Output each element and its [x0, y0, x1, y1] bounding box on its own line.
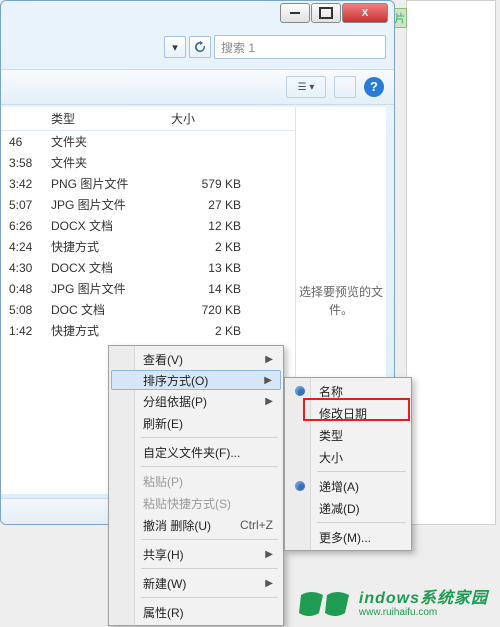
col-type[interactable]: 类型	[51, 107, 171, 130]
nav-row: ▾ 搜索 1	[1, 31, 394, 63]
menu-share[interactable]: 共享(H)▶	[111, 543, 281, 565]
menu-separator	[141, 539, 278, 540]
menu-paste-shortcut: 粘贴快捷方式(S)	[111, 492, 281, 514]
cell-time: 3:58	[1, 156, 51, 170]
table-row[interactable]: 1:42快捷方式2 KB	[1, 320, 295, 341]
cell-size: 12 KB	[171, 219, 261, 233]
sort-name[interactable]: 名称	[287, 380, 409, 402]
watermark: indows系统家园 www.ruihaifu.com	[297, 589, 488, 619]
minimize-button[interactable]	[280, 3, 310, 23]
submenu-arrow-icon: ▶	[264, 375, 272, 386]
window-controls: X	[280, 1, 394, 23]
cell-size: 14 KB	[171, 282, 261, 296]
table-row[interactable]: 46文件夹	[1, 131, 295, 152]
submenu-arrow-icon: ▶	[265, 549, 273, 560]
cell-type: DOC 文档	[51, 301, 171, 318]
cell-time: 6:26	[1, 219, 51, 233]
table-row[interactable]: 5:08DOC 文档720 KB	[1, 299, 295, 320]
cell-time: 5:08	[1, 303, 51, 317]
cell-time: 0:48	[1, 282, 51, 296]
menu-sort[interactable]: 排序方式(O)▶	[111, 370, 281, 390]
cell-size: 720 KB	[171, 303, 261, 317]
menu-paste: 粘贴(P)	[111, 470, 281, 492]
watermark-url: www.ruihaifu.com	[359, 607, 488, 618]
menu-view[interactable]: 查看(V)▶	[111, 348, 281, 370]
submenu-arrow-icon: ▶	[265, 354, 273, 365]
cell-size: 579 KB	[171, 177, 261, 191]
sort-submenu: 名称 修改日期 类型 大小 递增(A) 递减(D) 更多(M)...	[284, 377, 412, 551]
submenu-arrow-icon: ▶	[265, 396, 273, 407]
preview-pane-toggle[interactable]	[334, 76, 356, 98]
cell-size: 2 KB	[171, 324, 261, 338]
sort-size[interactable]: 大小	[287, 446, 409, 468]
table-row[interactable]: 4:30DOCX 文档13 KB	[1, 257, 295, 278]
cell-type: 快捷方式	[51, 238, 171, 255]
menu-group[interactable]: 分组依据(P)▶	[111, 390, 281, 412]
cell-type: 快捷方式	[51, 322, 171, 339]
menu-separator	[141, 466, 278, 467]
col-time[interactable]	[1, 107, 51, 130]
sort-type[interactable]: 类型	[287, 424, 409, 446]
menu-new[interactable]: 新建(W)▶	[111, 572, 281, 594]
drop-button[interactable]: ▾	[164, 36, 186, 58]
cell-time: 46	[1, 135, 51, 149]
table-row[interactable]: 3:58文件夹	[1, 152, 295, 173]
cell-size: 27 KB	[171, 198, 261, 212]
cell-time: 3:42	[1, 177, 51, 191]
cell-size: 2 KB	[171, 240, 261, 254]
cell-time: 5:07	[1, 198, 51, 212]
cell-type: 文件夹	[51, 133, 171, 150]
table-row[interactable]: 0:48JPG 图片文件14 KB	[1, 278, 295, 299]
table-row[interactable]: 3:42PNG 图片文件579 KB	[1, 173, 295, 194]
cell-type: DOCX 文档	[51, 217, 171, 234]
toolbar: ☰ ▾ ?	[1, 69, 394, 105]
sort-asc[interactable]: 递增(A)	[287, 475, 409, 497]
help-button[interactable]: ?	[364, 77, 384, 97]
table-row[interactable]: 5:07JPG 图片文件27 KB	[1, 194, 295, 215]
table-row[interactable]: 4:24快捷方式2 KB	[1, 236, 295, 257]
windows-logo-icon	[297, 589, 353, 619]
right-side-panel: 片	[406, 0, 496, 525]
menu-separator	[141, 597, 278, 598]
radio-bullet-icon	[295, 386, 305, 396]
cell-type: JPG 图片文件	[51, 196, 171, 213]
menu-separator	[141, 568, 278, 569]
cell-type: 文件夹	[51, 154, 171, 171]
search-input[interactable]: 搜索 1	[214, 35, 386, 59]
menu-properties[interactable]: 属性(R)	[111, 601, 281, 623]
cell-time: 1:42	[1, 324, 51, 338]
close-button[interactable]: X	[342, 3, 388, 23]
radio-bullet-icon	[295, 481, 305, 491]
cell-size: 13 KB	[171, 261, 261, 275]
menu-separator	[317, 522, 406, 523]
col-size[interactable]: 大小	[171, 107, 261, 130]
preview-placeholder: 选择要预览的文件。	[296, 283, 386, 319]
cell-type: PNG 图片文件	[51, 175, 171, 192]
right-tab[interactable]: 片	[393, 8, 407, 28]
sort-more[interactable]: 更多(M)...	[287, 526, 409, 548]
sort-desc[interactable]: 递减(D)	[287, 497, 409, 519]
submenu-arrow-icon: ▶	[265, 578, 273, 589]
cell-type: JPG 图片文件	[51, 280, 171, 297]
cell-type: DOCX 文档	[51, 259, 171, 276]
column-headers: 类型 大小	[1, 107, 295, 131]
refresh-icon	[194, 41, 206, 53]
menu-customize[interactable]: 自定义文件夹(F)...	[111, 441, 281, 463]
menu-refresh[interactable]: 刷新(E)	[111, 412, 281, 434]
watermark-title: indows系统家园	[359, 590, 488, 608]
menu-undo[interactable]: 撤消 删除(U)Ctrl+Z	[111, 514, 281, 536]
menu-separator	[317, 471, 406, 472]
view-mode-dropdown[interactable]: ☰ ▾	[286, 76, 326, 98]
context-menu: 查看(V)▶ 排序方式(O)▶ 分组依据(P)▶ 刷新(E) 自定义文件夹(F)…	[108, 345, 284, 626]
cell-time: 4:24	[1, 240, 51, 254]
cell-time: 4:30	[1, 261, 51, 275]
table-row[interactable]: 6:26DOCX 文档12 KB	[1, 215, 295, 236]
maximize-button[interactable]	[311, 3, 341, 23]
sort-date[interactable]: 修改日期	[287, 402, 409, 424]
menu-separator	[141, 437, 278, 438]
refresh-button[interactable]	[189, 36, 211, 58]
